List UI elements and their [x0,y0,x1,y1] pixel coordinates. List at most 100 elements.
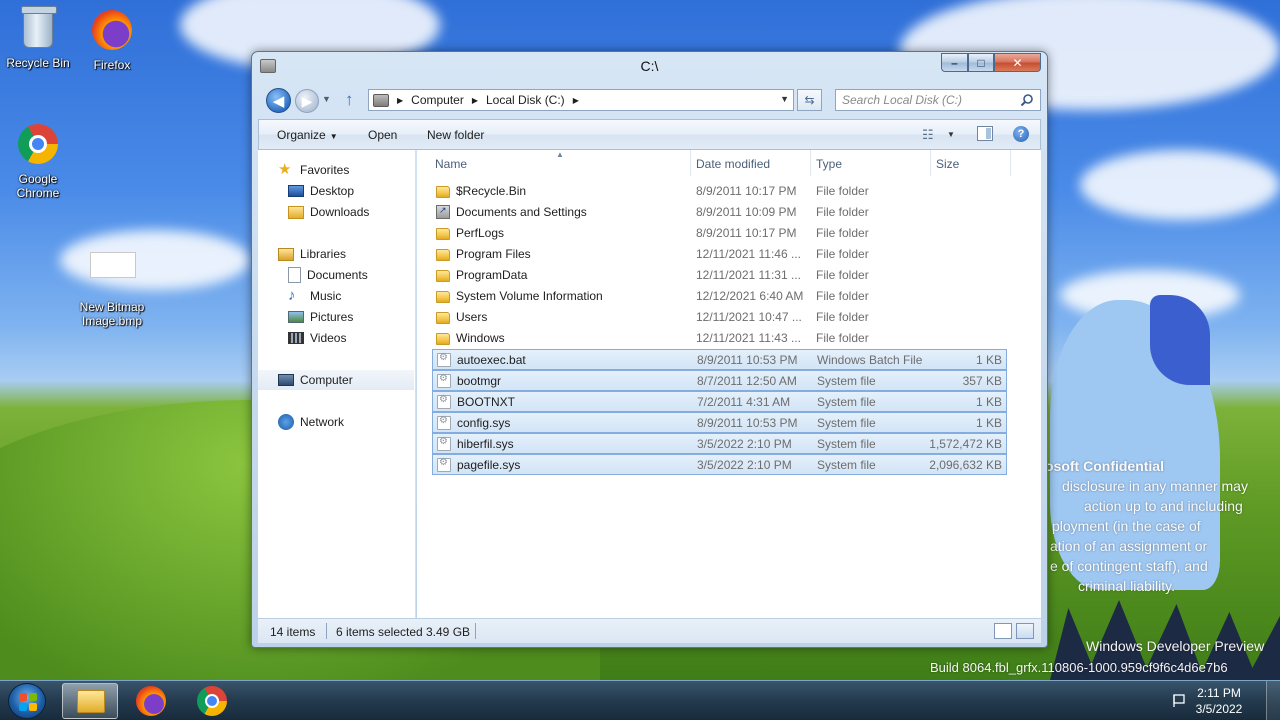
open-button[interactable]: Open [368,128,397,142]
file-row[interactable]: System Volume Information 12/12/2021 6:40… [432,286,1007,307]
breadcrumb-local-disk[interactable]: Local Disk (C:) [486,93,565,107]
file-row[interactable]: Windows 12/11/2021 11:43 ... File folder [432,328,1007,349]
maximize-button[interactable]: □ [968,53,994,72]
minimize-button[interactable]: – [941,53,968,72]
title-bar[interactable]: C:\ – □ ✕ [252,52,1047,80]
system-file-icon [437,415,451,430]
column-divider[interactable] [930,150,931,176]
file-list-pane: ▲ Name Date modified Type Size $Recycle.… [417,150,1041,618]
up-button[interactable]: ↑ [345,90,354,110]
nav-label: Videos [310,331,347,345]
close-button[interactable]: ✕ [994,53,1041,72]
desktop-icon-recycle-bin[interactable]: Recycle Bin [0,6,76,70]
nav-label: Desktop [310,184,355,198]
shortcut-folder-icon [436,205,450,219]
back-button[interactable]: ◀ [266,88,291,113]
explorer-window[interactable]: C:\ – □ ✕ ◀ ▶ ▼ ↑ ▶ Computer ▶ Local Dis… [251,51,1048,648]
videos-icon [288,332,304,344]
file-row[interactable]: autoexec.bat 8/9/2011 10:53 PM Windows Bat… [432,349,1007,370]
start-button[interactable] [8,683,46,719]
firefox-icon [136,686,166,716]
file-date-modified: 8/9/2011 10:17 PM [696,226,797,240]
nav-music[interactable]: ♪ Music [288,286,341,306]
view-options-icon[interactable]: ☷ [922,127,934,143]
details-view-icon[interactable] [994,623,1012,639]
column-divider[interactable] [690,150,691,176]
show-desktop-button[interactable] [1266,681,1280,720]
file-date-modified: 12/11/2021 11:43 ... [696,331,801,345]
organize-button[interactable]: Organize ▼ [277,128,338,142]
nav-label: Music [310,289,342,303]
file-row[interactable]: Program Files 12/11/2021 11:46 ... File fo… [432,244,1007,265]
file-row[interactable]: bootmgr 8/7/2011 12:50 AM System file 357 K… [432,370,1007,391]
file-row[interactable]: hiberfil.sys 3/5/2022 2:10 PM System file 1… [432,433,1007,454]
search-icon[interactable] [1020,93,1034,107]
libraries-icon [278,247,294,261]
file-row[interactable]: config.sys 8/9/2011 10:53 PM System file 1 … [432,412,1007,433]
preview-pane-button[interactable] [977,126,993,141]
window-title: C:\ [640,58,659,74]
music-icon: ♪ [288,287,296,304]
nav-computer[interactable]: Computer [258,370,414,390]
watermark-line: e of contingent staff), and [1050,558,1208,574]
desktop-icon-label: Recycle Bin [6,56,70,70]
refresh-button[interactable]: ⇆ [797,89,822,111]
taskbar-firefox[interactable] [123,683,179,719]
folder-icon [436,186,450,198]
desktop-icon-new-bitmap[interactable]: New Bitmap Image.bmp [74,244,150,328]
forward-button[interactable]: ▶ [295,89,319,113]
nav-libraries[interactable]: Libraries [278,244,346,264]
desktop-icon-firefox[interactable]: Firefox [74,8,150,72]
nav-downloads[interactable]: Downloads [288,202,369,222]
chevron-down-icon[interactable]: ▼ [780,94,789,104]
new-folder-button[interactable]: New folder [427,128,484,142]
chevron-down-icon[interactable]: ▼ [947,130,955,139]
file-row[interactable]: $Recycle.Bin 8/9/2011 10:17 PM File folder [432,181,1007,202]
file-row[interactable]: Documents and Settings 8/9/2011 10:09 PM F… [432,202,1007,223]
nav-pictures[interactable]: Pictures [288,307,353,327]
column-divider[interactable] [810,150,811,176]
watermark-line: ployment (in the case of [1052,518,1201,534]
watermark-line: Build 8064.fbl_grfx.110806-1000.959cf9f6… [930,660,1228,675]
chevron-right-icon[interactable]: ▶ [397,96,403,105]
clock-time: 2:11 PM [1197,686,1241,700]
column-header-date-modified[interactable]: Date modified [696,157,770,171]
column-header-name[interactable]: Name [435,157,467,171]
large-icons-view-icon[interactable] [1016,623,1034,639]
network-icon [278,414,294,430]
column-header-type[interactable]: Type [816,157,842,171]
taskbar: 2:11 PM 3/5/2022 [0,680,1280,720]
column-header-size[interactable]: Size [936,157,959,171]
breadcrumb-computer[interactable]: Computer [411,93,464,107]
file-row[interactable]: Users 12/11/2021 10:47 ... File folder [432,307,1007,328]
folder-icon [436,249,450,261]
system-file-icon [437,352,451,367]
recent-pages-dropdown[interactable]: ▼ [322,94,331,104]
chevron-right-icon[interactable]: ▶ [472,96,478,105]
nav-videos[interactable]: Videos [288,328,346,348]
nav-desktop[interactable]: Desktop [288,181,354,201]
file-type: System file [817,395,876,409]
system-file-icon [437,436,451,451]
taskbar-explorer[interactable] [62,683,118,719]
taskbar-chrome[interactable] [184,683,240,719]
file-row[interactable]: PerfLogs 8/9/2011 10:17 PM File folder [432,223,1007,244]
pictures-icon [288,311,304,323]
system-clock[interactable]: 2:11 PM 3/5/2022 [1188,685,1250,717]
help-icon[interactable]: ? [1013,126,1029,142]
nav-documents[interactable]: Documents [288,265,368,285]
file-row[interactable]: pagefile.sys 3/5/2022 2:10 PM System file 2… [432,454,1007,475]
nav-favorites[interactable]: ★ Favorites [278,160,349,180]
nav-label: Computer [300,373,353,387]
nav-network[interactable]: Network [278,412,344,432]
desktop-icon-google-chrome[interactable]: Google Chrome [0,122,76,200]
search-input[interactable] [835,89,1041,111]
chevron-right-icon[interactable]: ▶ [573,96,579,105]
folder-icon [436,291,450,303]
column-divider[interactable] [1010,150,1011,176]
file-row[interactable]: BOOTNXT 7/2/2011 4:31 AM System file 1 KB [432,391,1007,412]
action-center-flag-icon[interactable] [1172,693,1186,707]
address-bar[interactable]: ▶ Computer ▶ Local Disk (C:) ▶ ▼ [368,89,794,111]
watermark-line: disclosure in any manner may [1062,478,1248,494]
file-row[interactable]: ProgramData 12/11/2021 11:31 ... File fold… [432,265,1007,286]
